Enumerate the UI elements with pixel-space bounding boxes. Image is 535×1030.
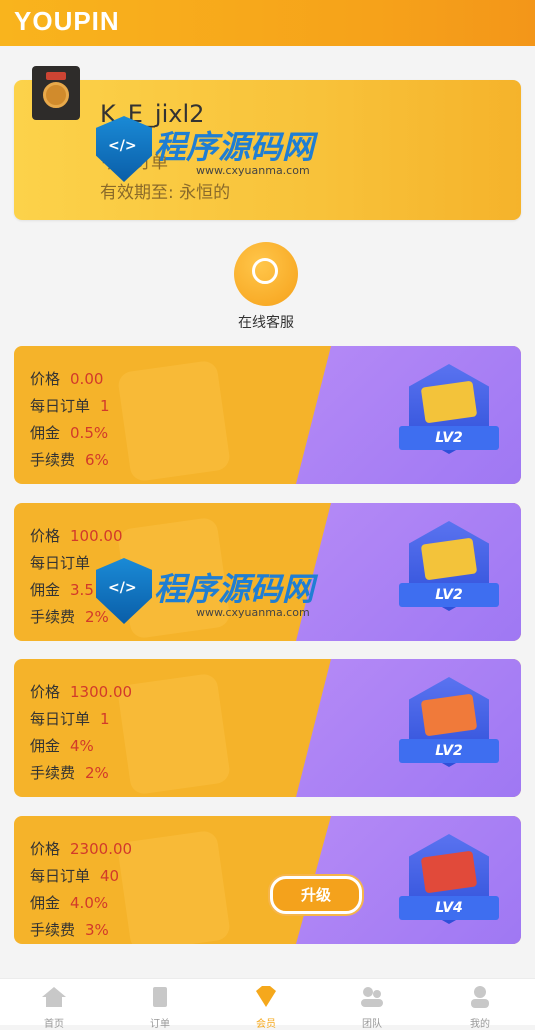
shield-icon bbox=[96, 558, 152, 624]
level-card-3[interactable]: 价格 1300.00 每日订单 1 佣金 4% 手续费 2% LV2 bbox=[14, 659, 521, 797]
commission-value: 4.0% bbox=[70, 894, 109, 912]
watermark-logo: 程序源码网 www.cxyuanma.com bbox=[96, 552, 326, 632]
bottom-tab-bar: 首页 订单 会员 团队 我的 bbox=[0, 978, 535, 1030]
headset-icon bbox=[234, 242, 298, 306]
tab-label: 团队 bbox=[362, 1019, 382, 1030]
tab-label: 首页 bbox=[44, 1019, 64, 1030]
price-label: 价格 bbox=[30, 683, 61, 701]
commission-value: 4% bbox=[70, 737, 94, 755]
upgrade-button[interactable]: 升级 bbox=[270, 876, 362, 914]
commission-label: 佣金 bbox=[30, 424, 61, 442]
customer-service-button[interactable]: 在线客服 bbox=[232, 242, 300, 332]
tab-vip[interactable]: 会员 bbox=[236, 985, 296, 1030]
commission-value: 0.5% bbox=[70, 424, 109, 442]
orders-value: 1 bbox=[100, 397, 110, 415]
watermark-title: 程序源码网 bbox=[154, 128, 315, 166]
customer-service-label: 在线客服 bbox=[238, 315, 294, 331]
orders-value: 40 bbox=[100, 867, 120, 885]
level-badge-icon: LV2 bbox=[399, 521, 499, 621]
watermark-url: www.cxyuanma.com bbox=[196, 606, 310, 619]
level-badge-icon: LV4 bbox=[399, 834, 499, 934]
price-value: 100.00 bbox=[70, 527, 123, 545]
price-value: 0.00 bbox=[70, 370, 104, 388]
fee-value: 2% bbox=[85, 764, 109, 782]
card-bg-graphic bbox=[116, 672, 232, 796]
card-bg-graphic bbox=[116, 829, 232, 944]
price-label: 价格 bbox=[30, 527, 61, 545]
user-icon bbox=[471, 986, 489, 1008]
commission-label: 佣金 bbox=[30, 737, 61, 755]
tab-mine[interactable]: 我的 bbox=[450, 985, 510, 1030]
medal-avatar-icon bbox=[32, 66, 80, 120]
commission-label: 佣金 bbox=[30, 581, 61, 599]
fee-value: 6% bbox=[85, 451, 109, 469]
orders-label: 每日订单 bbox=[30, 710, 91, 728]
app-logo: YOUPIN bbox=[14, 6, 120, 36]
top-header: YOUPIN bbox=[0, 0, 535, 46]
level-badge-icon: LV2 bbox=[399, 677, 499, 777]
level-badge-icon: LV2 bbox=[399, 364, 499, 464]
commission-label: 佣金 bbox=[30, 894, 61, 912]
level-badge-label: LV2 bbox=[399, 426, 499, 450]
fee-label: 手续费 bbox=[30, 764, 76, 782]
orders-label: 每日订单 bbox=[30, 397, 91, 415]
clipboard-icon bbox=[153, 987, 167, 1007]
tab-team[interactable]: 团队 bbox=[342, 985, 402, 1030]
watermark-url: www.cxyuanma.com bbox=[196, 164, 310, 177]
tab-label: 我的 bbox=[470, 1019, 490, 1030]
tab-orders[interactable]: 订单 bbox=[130, 985, 190, 1030]
orders-label: 每日订单 bbox=[30, 867, 91, 885]
diamond-icon bbox=[256, 986, 276, 1007]
fee-value: 3% bbox=[85, 921, 109, 939]
home-icon bbox=[42, 987, 66, 1007]
fee-label: 手续费 bbox=[30, 921, 76, 939]
shield-icon bbox=[96, 116, 152, 182]
watermark-logo: 程序源码网 www.cxyuanma.com bbox=[96, 110, 326, 190]
fee-label: 手续费 bbox=[30, 451, 76, 469]
orders-label: 每日订单 bbox=[30, 554, 91, 572]
level-card-1[interactable]: 价格 0.00 每日订单 1 佣金 0.5% 手续费 6% LV2 bbox=[14, 346, 521, 484]
price-value: 2300.00 bbox=[70, 840, 133, 858]
card-bg-graphic bbox=[116, 359, 232, 483]
price-value: 1300.00 bbox=[70, 683, 133, 701]
team-icon bbox=[361, 987, 383, 1007]
level-badge-label: LV2 bbox=[399, 739, 499, 763]
level-badge-label: LV4 bbox=[399, 896, 499, 920]
price-label: 价格 bbox=[30, 370, 61, 388]
level-badge-label: LV2 bbox=[399, 583, 499, 607]
tab-label: 会员 bbox=[256, 1019, 276, 1030]
level-card-4[interactable]: 价格 2300.00 每日订单 40 佣金 4.0% 手续费 3% LV4 bbox=[14, 816, 521, 944]
commission-value: 3.5 bbox=[70, 581, 94, 599]
price-label: 价格 bbox=[30, 840, 61, 858]
tab-label: 订单 bbox=[150, 1019, 170, 1030]
orders-value: 1 bbox=[100, 710, 110, 728]
fee-label: 手续费 bbox=[30, 608, 76, 626]
watermark-title: 程序源码网 bbox=[154, 570, 315, 608]
tab-home[interactable]: 首页 bbox=[24, 985, 84, 1030]
